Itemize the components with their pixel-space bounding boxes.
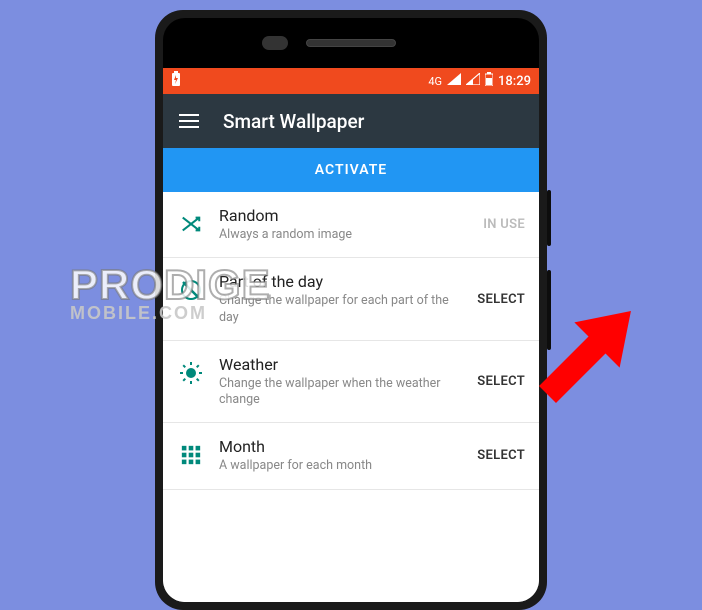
network-type-label: 4G — [428, 75, 442, 88]
signal-icon — [447, 73, 461, 89]
clock: 18:29 — [498, 74, 531, 89]
item-title: Part of the day — [219, 272, 463, 291]
calendar-grid-icon — [177, 441, 205, 469]
item-subtitle: Always a random image — [219, 227, 469, 243]
screen: 4G 18:29 Smart Wallpaper — [163, 68, 539, 602]
battery-charging-icon — [171, 71, 181, 91]
phone-bezel: 4G 18:29 Smart Wallpaper — [163, 18, 539, 602]
list-item[interactable]: Weather Change the wallpaper when the we… — [163, 341, 539, 424]
select-button[interactable]: SELECT — [477, 448, 525, 463]
volume-button[interactable] — [547, 270, 551, 350]
menu-icon[interactable] — [179, 114, 199, 128]
clock-icon — [177, 276, 205, 304]
item-title: Random — [219, 206, 469, 225]
signal-secondary-icon — [466, 73, 480, 89]
activate-button[interactable]: ACTIVATE — [163, 148, 539, 192]
app-title: Smart Wallpaper — [223, 110, 364, 133]
sensor — [262, 36, 288, 50]
list-item[interactable]: Random Always a random image IN USE — [163, 192, 539, 258]
earpiece — [306, 39, 396, 47]
item-subtitle: Change the wallpaper when the weather ch… — [219, 376, 463, 409]
list-item[interactable]: Month A wallpaper for each month SELECT — [163, 423, 539, 489]
item-title: Month — [219, 437, 463, 456]
shuffle-icon — [177, 210, 205, 238]
item-subtitle: Change the wallpaper for each part of th… — [219, 293, 463, 326]
select-button[interactable]: SELECT — [477, 374, 525, 389]
item-title: Weather — [219, 355, 463, 374]
in-use-label: IN USE — [483, 217, 525, 232]
list-item[interactable]: Part of the day Change the wallpaper for… — [163, 258, 539, 341]
phone-top — [163, 18, 539, 68]
mode-list: Random Always a random image IN USE Part… — [163, 192, 539, 602]
phone-frame: 4G 18:29 Smart Wallpaper — [155, 10, 547, 610]
power-button[interactable] — [547, 190, 551, 246]
select-button[interactable]: SELECT — [477, 292, 525, 307]
sun-icon — [177, 359, 205, 387]
item-subtitle: A wallpaper for each month — [219, 458, 463, 474]
app-bar: Smart Wallpaper — [163, 94, 539, 148]
battery-icon — [485, 72, 493, 90]
status-bar: 4G 18:29 — [163, 68, 539, 94]
